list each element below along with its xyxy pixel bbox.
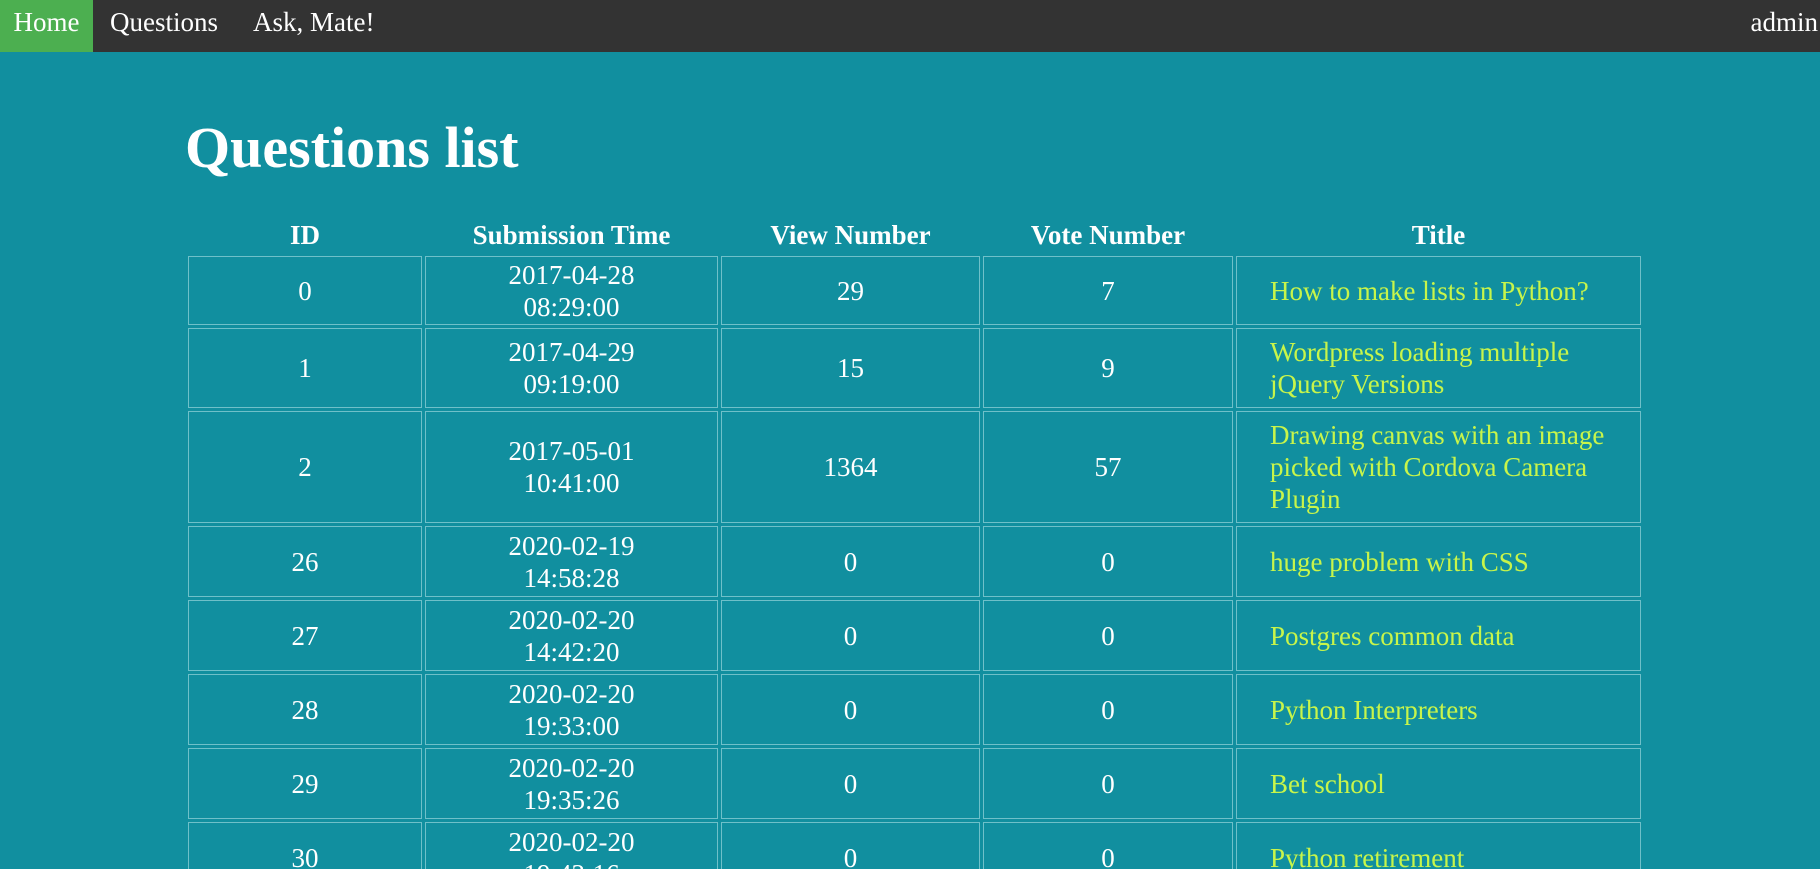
cell-title: Drawing canvas with an image picked with… [1236, 411, 1641, 523]
column-header-submission-time[interactable]: Submission Time [425, 217, 718, 253]
column-header-vote-number[interactable]: Vote Number [983, 217, 1233, 253]
cell-title: Wordpress loading multiple jQuery Versio… [1236, 328, 1641, 408]
cell-submission-time: 2020-02-20 19:33:00 [425, 674, 718, 745]
questions-table: ID Submission Time View Number Vote Numb… [185, 214, 1644, 869]
table-row: 29 2020-02-20 19:35:26 0 0 Bet school [188, 748, 1641, 819]
date-text: 2020-02-20 [508, 604, 635, 635]
cell-title: How to make lists in Python? [1236, 256, 1641, 325]
table-row: 0 2017-04-28 08:29:00 29 7 How to make li… [188, 256, 1641, 325]
cell-view-number: 15 [721, 328, 980, 408]
question-title-link[interactable]: Python Interpreters [1270, 695, 1478, 725]
column-header-view-number[interactable]: View Number [721, 217, 980, 253]
time-text: 08:29:00 [523, 291, 620, 322]
date-text: 2020-02-20 [508, 678, 635, 709]
cell-submission-time: 2020-02-20 14:42:20 [425, 600, 718, 671]
date-text: 2017-05-01 [508, 436, 635, 466]
time-text: 19:35:26 [523, 784, 620, 815]
cell-vote-number: 0 [983, 526, 1233, 597]
cell-vote-number: 0 [983, 600, 1233, 671]
cell-view-number: 0 [721, 822, 980, 869]
time-text: 09:19:00 [523, 369, 620, 399]
cell-view-number: 0 [721, 600, 980, 671]
cell-id: 30 [188, 822, 422, 869]
cell-title: Bet school [1236, 748, 1641, 819]
time-text: 19:43:16 [523, 859, 619, 869]
date-text: 2020-02-19 [508, 530, 635, 561]
cell-id: 26 [188, 526, 422, 597]
cell-id: 28 [188, 674, 422, 745]
top-navbar: Home Questions Ask, Mate! admin [0, 0, 1820, 52]
cell-vote-number: 9 [983, 328, 1233, 408]
table-row: 27 2020-02-20 14:42:20 0 0 Postgres commo… [188, 600, 1641, 671]
cell-id: 0 [188, 256, 422, 325]
table-row: 1 2017-04-29 09:19:00 15 9 Wordpress load… [188, 328, 1641, 408]
question-title-link[interactable]: Python retirement [1270, 843, 1464, 869]
table-row: 26 2020-02-19 14:58:28 0 0 huge problem w… [188, 526, 1641, 597]
cell-id: 29 [188, 748, 422, 819]
cell-id: 2 [188, 411, 422, 523]
table-row: 2 2017-05-01 10:41:00 1364 57 Drawing can… [188, 411, 1641, 523]
cell-vote-number: 0 [983, 822, 1233, 869]
cell-submission-time: 2020-02-19 14:58:28 [425, 526, 718, 597]
time-text: 10:41:00 [523, 468, 620, 498]
time-text: 14:58:28 [523, 562, 620, 593]
table-row: 30 2020-02-20 19:43:16 0 0 Python retirem… [188, 822, 1641, 869]
cell-vote-number: 0 [983, 674, 1233, 745]
date-text: 2020-02-20 [508, 752, 635, 783]
cell-submission-time: 2020-02-20 19:35:26 [425, 748, 718, 819]
question-title-link[interactable]: Bet school [1270, 769, 1385, 799]
column-header-title[interactable]: Title [1236, 217, 1641, 253]
cell-view-number: 0 [721, 748, 980, 819]
cell-title: Postgres common data [1236, 600, 1641, 671]
cell-submission-time: 2017-04-28 08:29:00 [425, 256, 718, 325]
question-title-link[interactable]: Wordpress loading multiple jQuery Versio… [1270, 337, 1569, 399]
date-text: 2017-04-29 [508, 337, 635, 367]
date-text: 2020-02-20 [508, 826, 635, 857]
cell-submission-time: 2020-02-20 19:43:16 [425, 822, 718, 869]
nav-questions-link[interactable]: Questions [110, 0, 218, 52]
question-title-link[interactable]: Postgres common data [1270, 621, 1514, 651]
date-text: 2017-04-28 [508, 259, 635, 290]
cell-id: 27 [188, 600, 422, 671]
nav-user-link[interactable]: admin [1751, 0, 1819, 52]
nav-home-link[interactable]: Home [0, 0, 93, 52]
question-title-link[interactable]: huge problem with CSS [1270, 547, 1529, 577]
cell-title: Python Interpreters [1236, 674, 1641, 745]
question-title-link[interactable]: How to make lists in Python? [1270, 276, 1589, 306]
cell-submission-time: 2017-04-29 09:19:00 [425, 328, 718, 408]
table-row: 28 2020-02-20 19:33:00 0 0 Python Interpr… [188, 674, 1641, 745]
cell-vote-number: 7 [983, 256, 1233, 325]
page-title: Questions list [185, 115, 519, 180]
time-text: 19:33:00 [523, 710, 620, 741]
time-text: 14:42:20 [523, 636, 620, 667]
cell-title: Python retirement [1236, 822, 1641, 869]
nav-ask-link[interactable]: Ask, Mate! [253, 0, 374, 52]
cell-vote-number: 0 [983, 748, 1233, 819]
cell-view-number: 29 [721, 256, 980, 325]
cell-title: huge problem with CSS [1236, 526, 1641, 597]
column-header-id[interactable]: ID [188, 217, 422, 253]
cell-view-number: 1364 [721, 411, 980, 523]
table-header-row: ID Submission Time View Number Vote Numb… [188, 217, 1641, 253]
cell-view-number: 0 [721, 674, 980, 745]
cell-view-number: 0 [721, 526, 980, 597]
cell-vote-number: 57 [983, 411, 1233, 523]
question-title-link[interactable]: Drawing canvas with an image picked with… [1270, 420, 1604, 514]
cell-id: 1 [188, 328, 422, 408]
cell-submission-time: 2017-05-01 10:41:00 [425, 411, 718, 523]
